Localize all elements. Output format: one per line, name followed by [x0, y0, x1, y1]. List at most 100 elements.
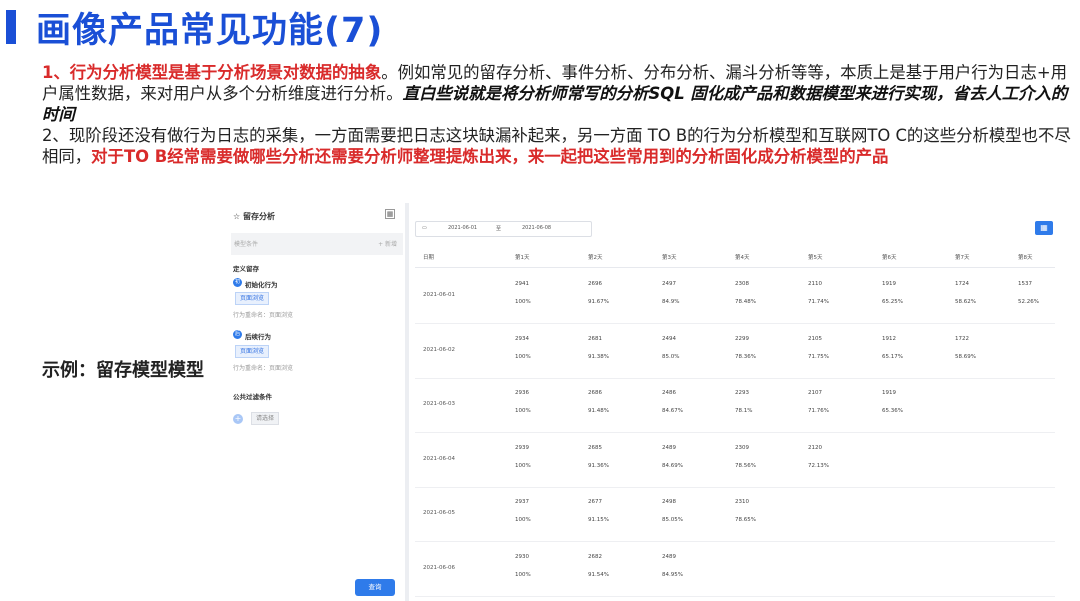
retention-count: 2936	[515, 390, 529, 397]
header-0: 日期	[423, 255, 435, 261]
retention-count: 2120	[808, 444, 822, 451]
retention-table-area: ▭ 2021-06-01 至 2021-06-08 ▦ 日期 第1天 第2天 第3天 第…	[415, 203, 1070, 601]
sidebar-scrollbar[interactable]	[405, 203, 409, 601]
table-row: 2021-06-03 2936 100% 2686 91.48% 2486 84.67% 22…	[415, 377, 1055, 434]
retention-percent: 71.74%	[808, 299, 829, 305]
retention-percent: 78.65%	[735, 517, 756, 524]
paragraph-1-highlight: 1、行为分析模型是基于分析场景对数据的抽象	[42, 63, 382, 82]
retention-count: 2494	[662, 335, 676, 342]
retention-percent: 100%	[515, 353, 531, 360]
retention-count: 1724	[955, 281, 969, 287]
retention-percent: 71.75%	[808, 353, 829, 360]
retention-percent: 78.36%	[735, 353, 756, 360]
retention-count: 1912	[882, 335, 896, 342]
row-date: 2021-06-06	[423, 565, 455, 571]
retention-percent: 65.17%	[882, 353, 903, 360]
retention-count: 2930	[515, 554, 529, 560]
retention-percent: 84.9%	[662, 299, 680, 305]
retention-percent: 91.38%	[588, 353, 609, 360]
retention-percent: 100%	[515, 299, 531, 305]
row-date: 2021-06-03	[423, 401, 455, 408]
retention-percent: 85.0%	[662, 353, 680, 360]
retention-screenshot: ☆ 留存分析 ▦ 模型条件 + 新增 定义留存 初 初始化行为 页面浏览 行为重…	[225, 203, 1070, 601]
header-1: 第1天	[515, 255, 530, 261]
retention-count: 2489	[662, 554, 676, 560]
retention-count: 2299	[735, 335, 749, 342]
retention-percent: 71.76%	[808, 408, 829, 415]
retention-count: 2696	[588, 281, 602, 287]
add-condition-button[interactable]: + 新增	[378, 239, 397, 248]
date-separator: 至	[496, 226, 502, 232]
retention-count: 2934	[515, 335, 529, 342]
table-view-icon[interactable]: ▦	[1035, 221, 1053, 235]
retention-count: 1722	[955, 335, 969, 342]
description-block: 1、行为分析模型是基于分析场景对数据的抽象。例如常见的留存分析、事件分析、分布分…	[42, 62, 1072, 167]
retention-count: 2682	[588, 554, 602, 560]
table-row: 2021-06-05 2937 100% 2677 91.15% 2498 85.05% 23…	[415, 486, 1055, 543]
retention-count: 2941	[515, 281, 529, 287]
title-accent-bar	[6, 10, 16, 44]
retention-percent: 65.25%	[882, 299, 903, 305]
add-filter-icon[interactable]: +	[233, 414, 243, 424]
retention-percent: 91.67%	[588, 299, 609, 305]
retention-count: 2685	[588, 444, 602, 451]
table-row: 2021-06-02 2934 100% 2681 91.38% 2494 85.0% 229…	[415, 323, 1055, 379]
row-date: 2021-06-04	[423, 455, 455, 462]
header-6: 第6天	[882, 255, 897, 261]
row-date: 2021-06-02	[423, 346, 455, 353]
retention-count: 2677	[588, 499, 602, 506]
retention-percent: 100%	[515, 517, 531, 524]
retention-count: 2309	[735, 444, 749, 451]
header-4: 第4天	[735, 255, 750, 261]
retention-count: 1919	[882, 281, 896, 287]
paragraph-2: 2、现阶段还没有做行为日志的采集，一方面需要把日志这块缺漏补起来，另一方面 TO…	[42, 125, 1072, 167]
retention-percent: 65.36%	[882, 408, 903, 415]
config-sidebar: ☆ 留存分析 ▦ 模型条件 + 新增 定义留存 初 初始化行为 页面浏览 行为重…	[225, 203, 406, 601]
retention-count: 2107	[808, 390, 822, 397]
follow-behavior-tag[interactable]: 页面浏览	[235, 345, 270, 358]
retention-percent: 84.69%	[662, 462, 683, 469]
retention-percent: 84.67%	[662, 408, 683, 415]
table-row: 2021-06-06 2930 100% 2682 91.54% 2489 84.95%	[415, 541, 1055, 597]
header-3: 第3天	[662, 255, 677, 261]
retention-count: 1919	[882, 390, 896, 397]
model-condition-row[interactable]: 模型条件 + 新增	[231, 233, 403, 255]
header-5: 第5天	[808, 255, 823, 261]
initial-behavior-label: 初始化行为	[245, 281, 278, 289]
retention-count: 2310	[735, 499, 749, 506]
retention-count: 2105	[808, 335, 822, 342]
retention-count: 2308	[735, 281, 749, 287]
row-date: 2021-06-05	[423, 510, 455, 517]
follow-behavior-label: 后续行为	[245, 333, 271, 341]
retention-percent: 100%	[515, 572, 531, 578]
retention-percent: 78.1%	[735, 408, 753, 415]
header-2: 第2天	[588, 255, 603, 261]
table-row: 2021-06-01 2941 100% 2696 91.67% 2497 84.9% 230…	[415, 268, 1055, 324]
retention-percent: 58.69%	[955, 353, 976, 360]
row-date: 2021-06-01	[423, 292, 455, 298]
example-label: 示例：留存模型模型	[42, 360, 204, 381]
filter-select[interactable]: 请选择	[251, 412, 280, 425]
retention-count: 2486	[662, 390, 676, 397]
follow-behavior-badge: 后	[233, 330, 242, 339]
retention-count: 2110	[808, 281, 822, 287]
retention-count: 2489	[662, 444, 676, 451]
retention-percent: 85.05%	[662, 517, 683, 524]
date-range-picker[interactable]: ▭ 2021-06-01 至 2021-06-08	[415, 221, 592, 237]
layout-icon[interactable]: ▦	[385, 209, 395, 219]
retention-percent: 84.95%	[662, 572, 683, 578]
paragraph-2-highlight: 对于TO B经常需要做哪些分析还需要分析师整理提炼出来，来一起把这些常用到的分析…	[91, 147, 889, 166]
retention-percent: 58.62%	[955, 299, 976, 305]
date-to: 2021-06-08	[522, 225, 552, 231]
initial-behavior-tag[interactable]: 页面浏览	[235, 292, 270, 305]
follow-behavior-rename: 行为重命名：页面浏览	[233, 365, 294, 372]
calendar-icon: ▭	[422, 225, 427, 231]
page-title: 画像产品常见功能(7)	[36, 11, 384, 51]
retention-percent: 91.15%	[588, 517, 609, 524]
query-button[interactable]: 查询	[355, 579, 395, 596]
table-row: 2021-06-04 2939 100% 2685 91.36% 2489 84.69% 23…	[415, 432, 1055, 488]
retention-percent: 91.48%	[588, 408, 609, 415]
define-retention-label: 定义留存	[233, 265, 259, 273]
retention-percent: 78.48%	[735, 299, 756, 305]
retention-percent: 100%	[515, 462, 531, 469]
